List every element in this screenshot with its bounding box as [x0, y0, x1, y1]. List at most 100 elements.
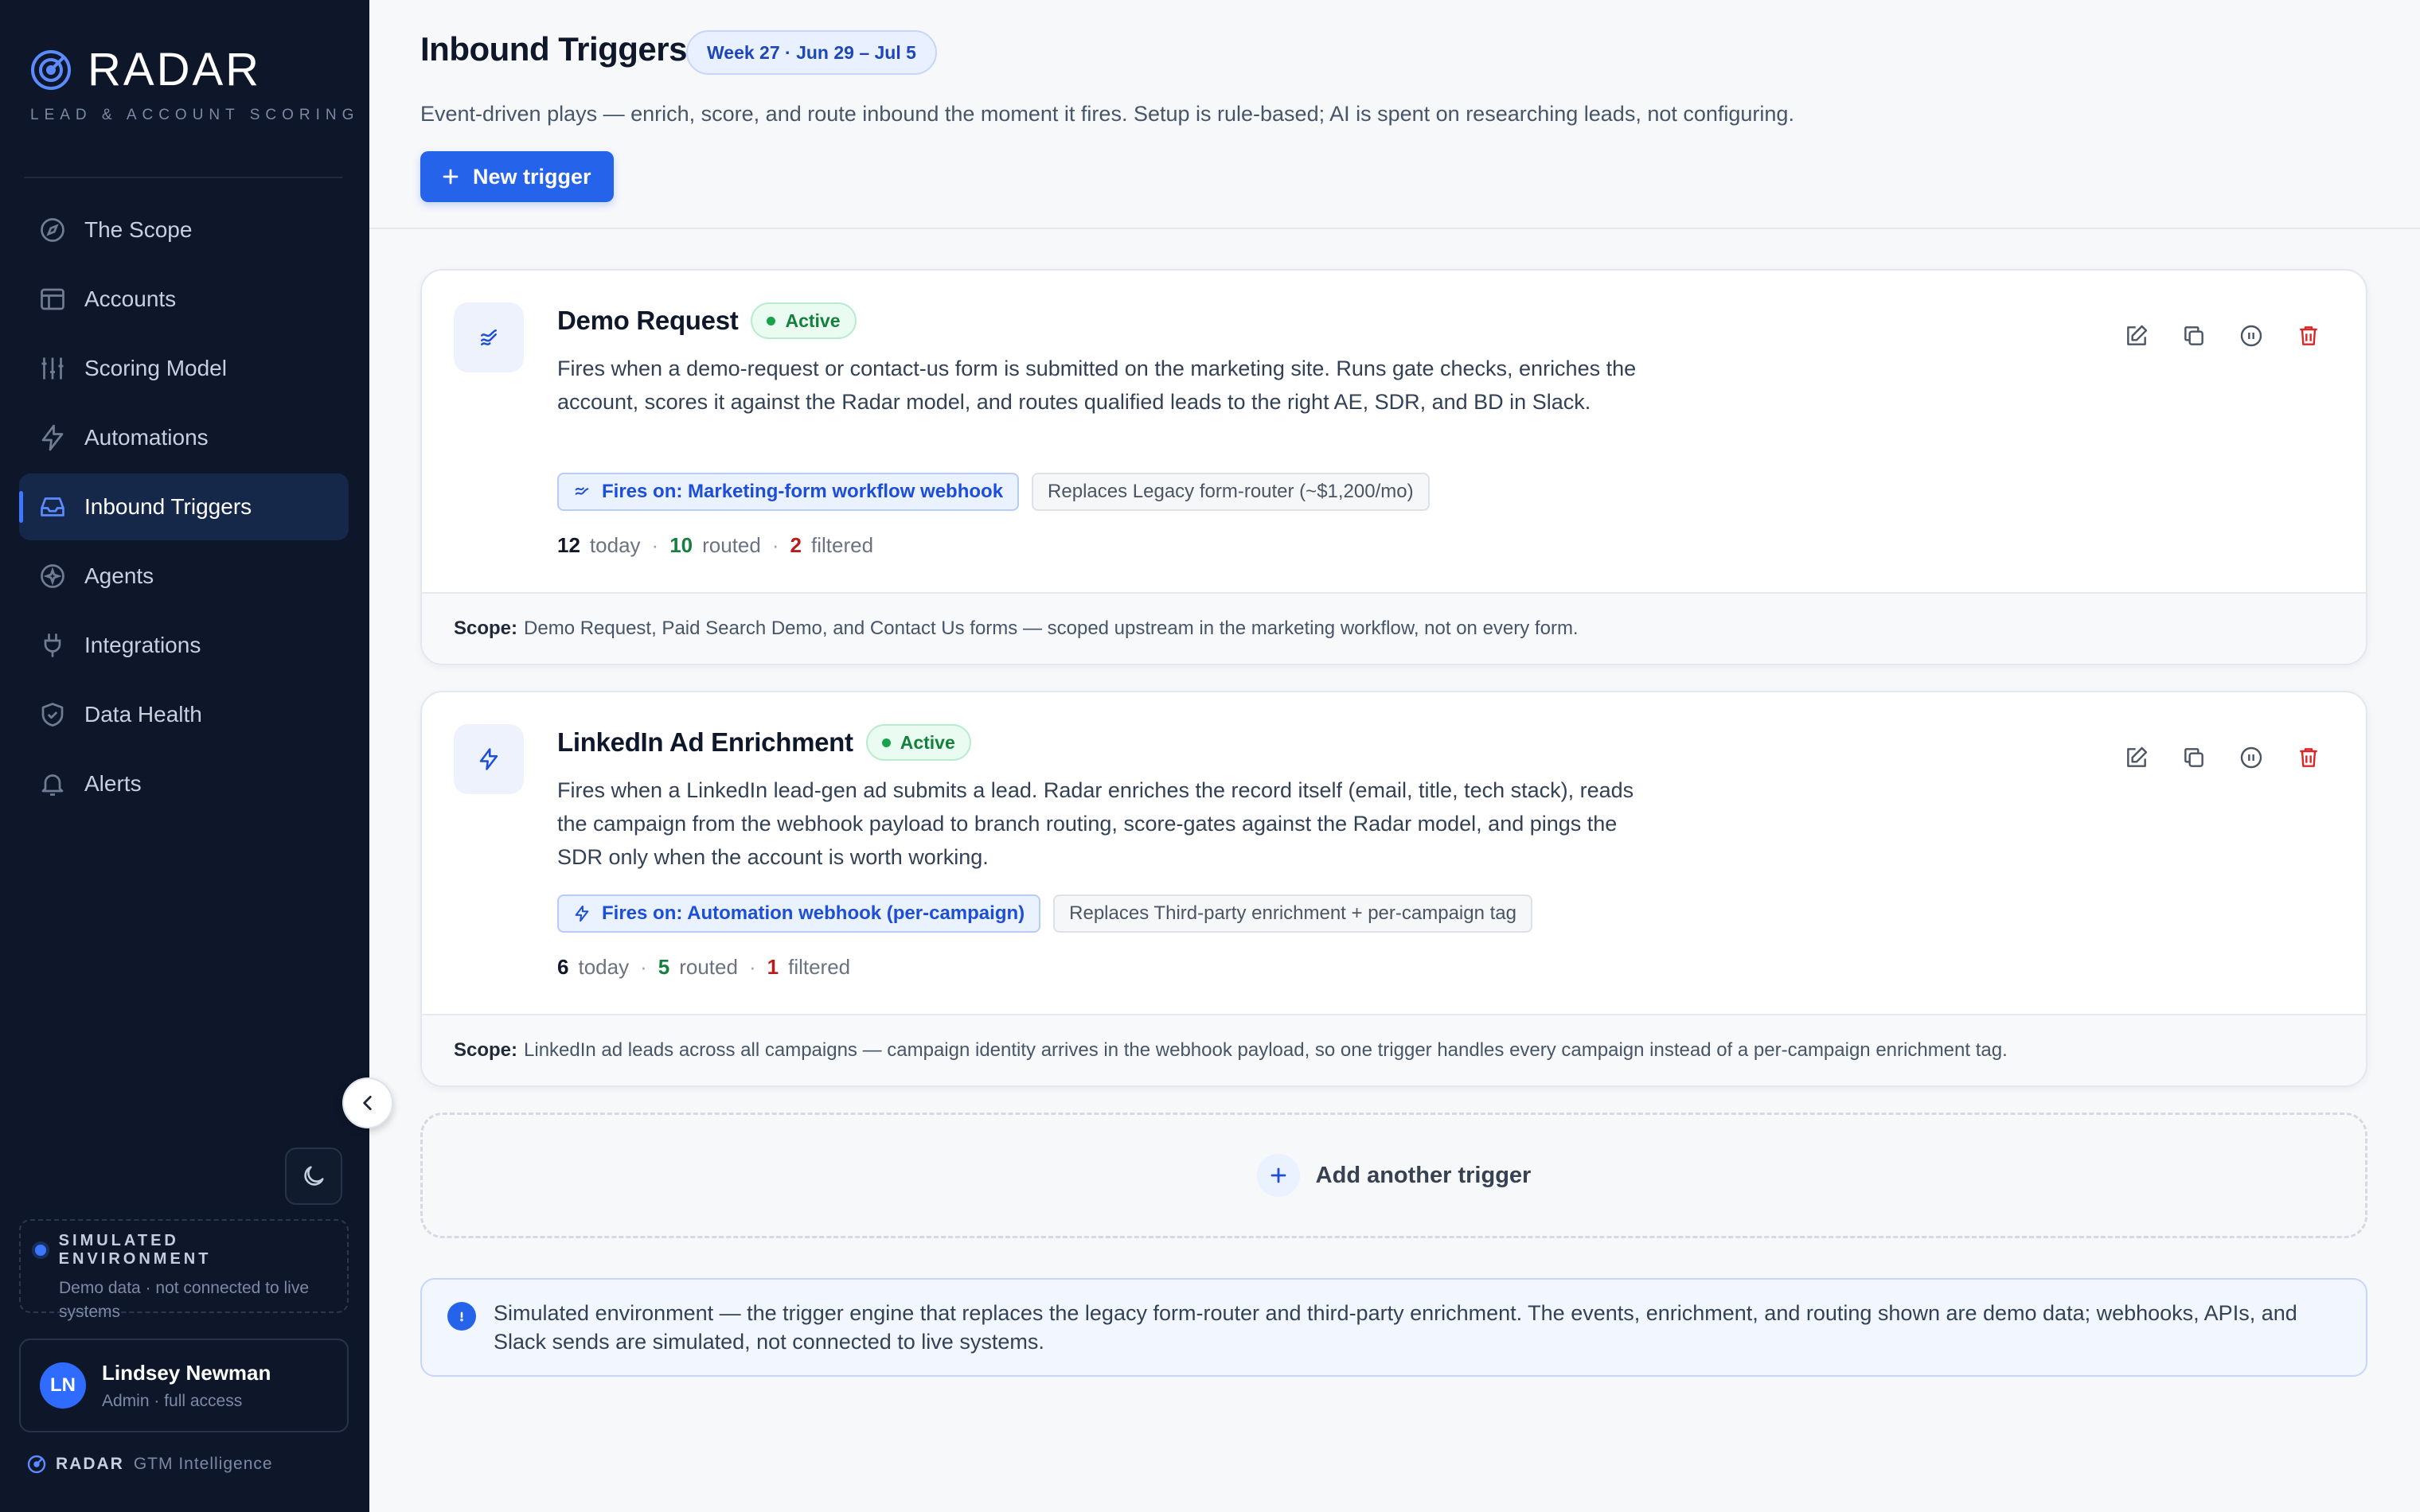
webhook-icon — [454, 302, 524, 372]
moon-icon — [304, 1166, 324, 1186]
fires-on-chip: Fires on: Marketing-form workflow webhoo… — [557, 473, 1020, 511]
card-actions — [2097, 318, 2326, 353]
fires-on-chip: Fires on: Automation webhook (per-campai… — [557, 894, 1041, 933]
sidebar-item-label: Automations — [84, 425, 209, 450]
stat-filtered-count: 2 — [790, 533, 802, 557]
sim-title-row: SIMULATED ENVIRONMENT — [35, 1232, 333, 1268]
radar-logo-icon — [27, 1455, 46, 1474]
scope-text: LinkedIn ad leads across all campaigns —… — [524, 1039, 2008, 1061]
fires-on-label: Fires on: Marketing-form workflow webhoo… — [602, 481, 1004, 502]
trigger-card: Demo Request Active Fires when a demo-re… — [420, 269, 2367, 665]
stat-filtered-label: filtered — [788, 955, 851, 979]
stat-routed-label: routed — [702, 533, 761, 557]
trigger-chips: Fires on: Automation webhook (per-campai… — [557, 894, 1532, 933]
bell-icon — [41, 774, 64, 796]
stat-separator: · — [771, 533, 779, 557]
collapse-sidebar-button[interactable] — [342, 1077, 393, 1128]
user-info: Lindsey Newman Admin · full access — [102, 1361, 271, 1411]
bolt-icon — [41, 424, 64, 451]
trigger-description: Fires when a demo-request or contact-us … — [557, 357, 1637, 414]
simulated-environment-box: SIMULATED ENVIRONMENT Demo data · not co… — [19, 1219, 349, 1321]
sidebar-item-label: Integrations — [84, 633, 201, 657]
edit-button[interactable] — [2119, 318, 2154, 353]
stat-filtered-label: filtered — [811, 533, 874, 557]
sidebar-item-label: Agents — [84, 563, 154, 588]
brand[interactable]: RADAR — [29, 43, 261, 96]
sparkle-icon — [41, 564, 64, 588]
edit-button[interactable] — [2119, 740, 2154, 775]
stat-separator: · — [748, 955, 756, 979]
sidebar-item-inbound-triggers[interactable]: Inbound Triggers — [19, 473, 349, 540]
card-title-row: LinkedIn Ad Enrichment Active — [557, 724, 971, 761]
table-icon — [41, 288, 64, 310]
pause-button[interactable] — [2234, 740, 2269, 775]
stat-routed-count: 5 — [658, 955, 670, 979]
trigger-title[interactable]: Demo Request — [557, 306, 739, 336]
sidebar: RADAR LEAD & ACCOUNT SCORING The Scope A… — [0, 0, 369, 1512]
webhook-icon — [575, 487, 589, 495]
scope-label: Scope: — [454, 1039, 518, 1061]
sidebar-item-label: Scoring Model — [84, 356, 227, 380]
sim-title: SIMULATED ENVIRONMENT — [58, 1232, 212, 1268]
sidebar-divider — [24, 177, 342, 178]
sidebar-item-automations[interactable]: Automations — [19, 404, 349, 471]
sidebar-item-integrations[interactable]: Integrations — [19, 612, 349, 679]
sidebar-item-alerts[interactable]: Alerts — [19, 750, 349, 817]
page-title: Inbound Triggers — [420, 30, 688, 68]
notice-text: Simulated environment — the trigger engi… — [494, 1301, 2297, 1354]
stat-filtered-count: 1 — [767, 955, 779, 979]
user-profile[interactable]: LN Lindsey Newman Admin · full access — [19, 1339, 349, 1432]
delete-button[interactable] — [2291, 740, 2326, 775]
footer-brand-sub: GTM Intelligence — [133, 1455, 273, 1473]
duplicate-button[interactable] — [2176, 318, 2211, 353]
sidebar-item-label: Accounts — [84, 286, 177, 311]
sidebar-item-agents[interactable]: Agents — [19, 543, 349, 610]
trash-icon — [2300, 748, 2317, 767]
status-dot — [35, 1245, 46, 1256]
avatar: LN — [40, 1362, 86, 1409]
stat-routed-count: 10 — [669, 533, 693, 557]
stat-today-count: 12 — [557, 533, 580, 557]
status-label: Active — [785, 310, 841, 331]
pause-icon — [2240, 746, 2262, 769]
sim-description: Demo data · not connected to live system… — [59, 1279, 310, 1321]
week-badge: Week 27 · Jun 29 – Jul 5 — [686, 30, 937, 75]
sidebar-item-label: Alerts — [84, 771, 142, 796]
scope-label: Scope: — [454, 618, 518, 639]
replaces-chip: Replaces Legacy form-router (~$1,200/mo) — [1032, 473, 1430, 511]
chevron-left-icon — [363, 1096, 372, 1110]
sidebar-nav: The Scope Accounts Scoring Model Automat… — [19, 197, 349, 820]
bolt-icon — [454, 724, 524, 794]
brand-tagline: LEAD & ACCOUNT SCORING — [30, 107, 360, 123]
trigger-card: LinkedIn Ad Enrichment Active Fires when… — [420, 691, 2367, 1087]
add-trigger-button[interactable]: Add another trigger — [420, 1113, 2367, 1238]
edit-icon — [2127, 325, 2148, 345]
stat-today-label: today — [589, 533, 641, 557]
trigger-title[interactable]: LinkedIn Ad Enrichment — [557, 727, 853, 758]
brand-name: RADAR — [88, 44, 262, 95]
user-name: Lindsey Newman — [102, 1360, 271, 1385]
main-content: Inbound Triggers Week 27 · Jun 29 – Jul … — [369, 0, 2420, 1512]
radar-logo-icon — [31, 49, 71, 90]
sidebar-item-label: The Scope — [84, 217, 193, 242]
delete-button[interactable] — [2291, 318, 2326, 353]
theme-toggle-button[interactable] — [285, 1148, 342, 1205]
edit-icon — [2127, 746, 2148, 767]
stat-separator: · — [640, 955, 647, 979]
replaces-chip: Replaces Third-party enrichment + per-ca… — [1053, 894, 1532, 933]
plug-icon — [44, 633, 61, 657]
sidebar-item-accounts[interactable]: Accounts — [19, 266, 349, 333]
sidebar-item-scoring-model[interactable]: Scoring Model — [19, 335, 349, 402]
sidebar-item-data-health[interactable]: Data Health — [19, 681, 349, 748]
fires-on-label: Fires on: Automation webhook (per-campai… — [602, 902, 1025, 924]
pause-button[interactable] — [2234, 318, 2269, 353]
status-dot — [881, 738, 891, 747]
duplicate-button[interactable] — [2176, 740, 2211, 775]
trigger-chips: Fires on: Marketing-form workflow webhoo… — [557, 473, 1430, 511]
page-header: Inbound Triggers Week 27 · Jun 29 – Jul … — [369, 0, 2420, 229]
stat-separator: · — [651, 533, 659, 557]
sidebar-item-the-scope[interactable]: The Scope — [19, 197, 349, 263]
card-actions — [2097, 740, 2326, 775]
new-trigger-button[interactable]: New trigger — [420, 151, 614, 202]
compass-icon — [41, 218, 64, 242]
